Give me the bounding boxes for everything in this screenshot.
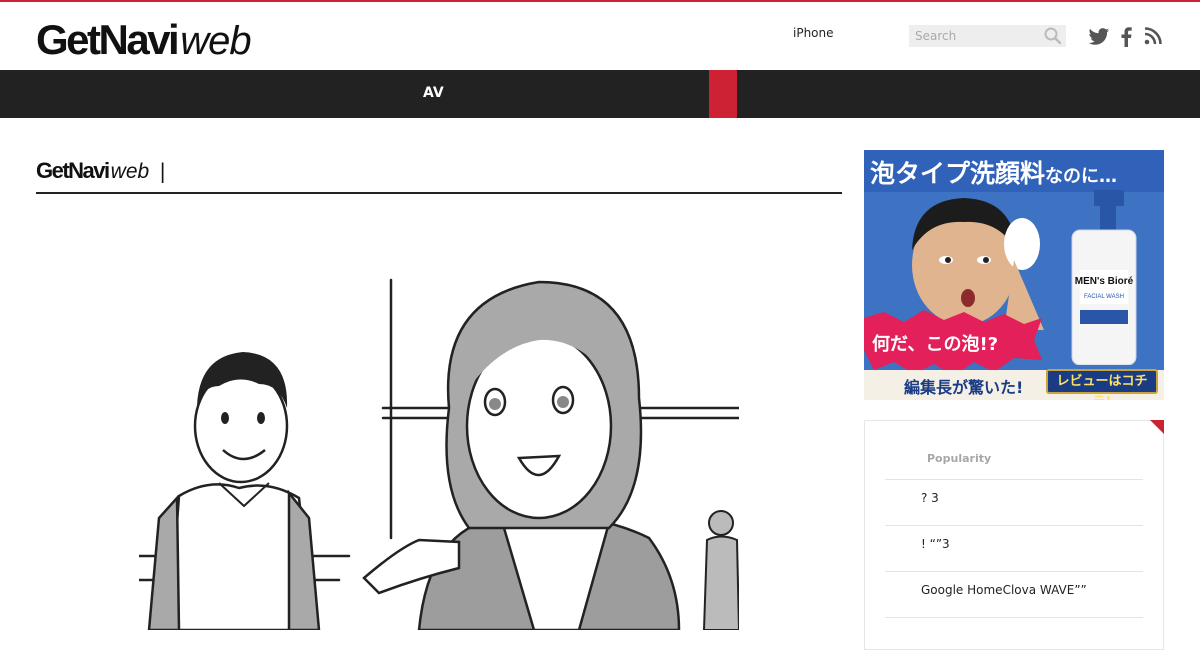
divider [885, 571, 1143, 572]
popular-item-2[interactable]: ! “”3 [921, 537, 950, 551]
background-person [702, 510, 739, 630]
nav-link-iphone[interactable]: iPhone [793, 26, 834, 40]
boy-figure [147, 352, 321, 630]
popular-item-3[interactable]: Google HomeClova WAVE”” [921, 583, 1087, 597]
search-icon[interactable] [1044, 27, 1062, 49]
manga-illustration [139, 278, 739, 630]
divider [885, 525, 1143, 526]
logo-getnavi: GetNavi [36, 16, 180, 63]
logo-web: web [180, 19, 251, 63]
page-title: GetNavi web | [36, 150, 842, 194]
title-web: web [110, 160, 150, 183]
twitter-icon[interactable] [1088, 27, 1110, 51]
rss-icon[interactable] [1144, 27, 1162, 49]
ad-cta-button[interactable]: レビューはコチラ! [1046, 369, 1158, 400]
facebook-icon[interactable] [1120, 27, 1132, 51]
widget-corner-accent [1150, 420, 1164, 434]
ad-person-image [912, 198, 1044, 330]
divider [885, 617, 1143, 618]
advertisement-banner[interactable]: 泡タイプ洗顔料なのに… MEN's Bioré FACIAL WASH 何だ、こ… [864, 150, 1164, 400]
ad-burst-text: 何だ、この泡!? [872, 334, 999, 355]
title-getnavi: GetNavi [36, 158, 110, 183]
category-menubar: AV [0, 70, 1200, 118]
title-separator: | [159, 159, 166, 183]
svg-text:FACIAL WASH: FACIAL WASH [1084, 294, 1124, 300]
popular-item-1[interactable]: ? 3 [921, 491, 939, 505]
popularity-widget: Popularity ? 3 ! “”3 Google HomeClova WA… [864, 420, 1164, 650]
menu-accent-block [709, 70, 737, 118]
search-input[interactable] [909, 25, 1039, 47]
woman-figure [362, 280, 681, 630]
main-content: GetNavi web | [36, 150, 842, 630]
search-box [909, 25, 1066, 47]
ad-footer-text: 編集長が驚いた! [904, 378, 1024, 397]
tab-popularity[interactable]: Popularity [927, 452, 991, 465]
svg-text:MEN's Bioré: MEN's Bioré [1075, 276, 1134, 287]
site-logo[interactable]: GetNavi web [36, 16, 252, 63]
ad-headline-small: なのに… [1045, 166, 1118, 187]
menu-item-av[interactable]: AV [423, 85, 444, 101]
site-header: GetNavi web iPhone [0, 2, 1200, 70]
divider [885, 479, 1143, 480]
ad-product-bottle: MEN's Bioré FACIAL WASH [1071, 190, 1137, 365]
